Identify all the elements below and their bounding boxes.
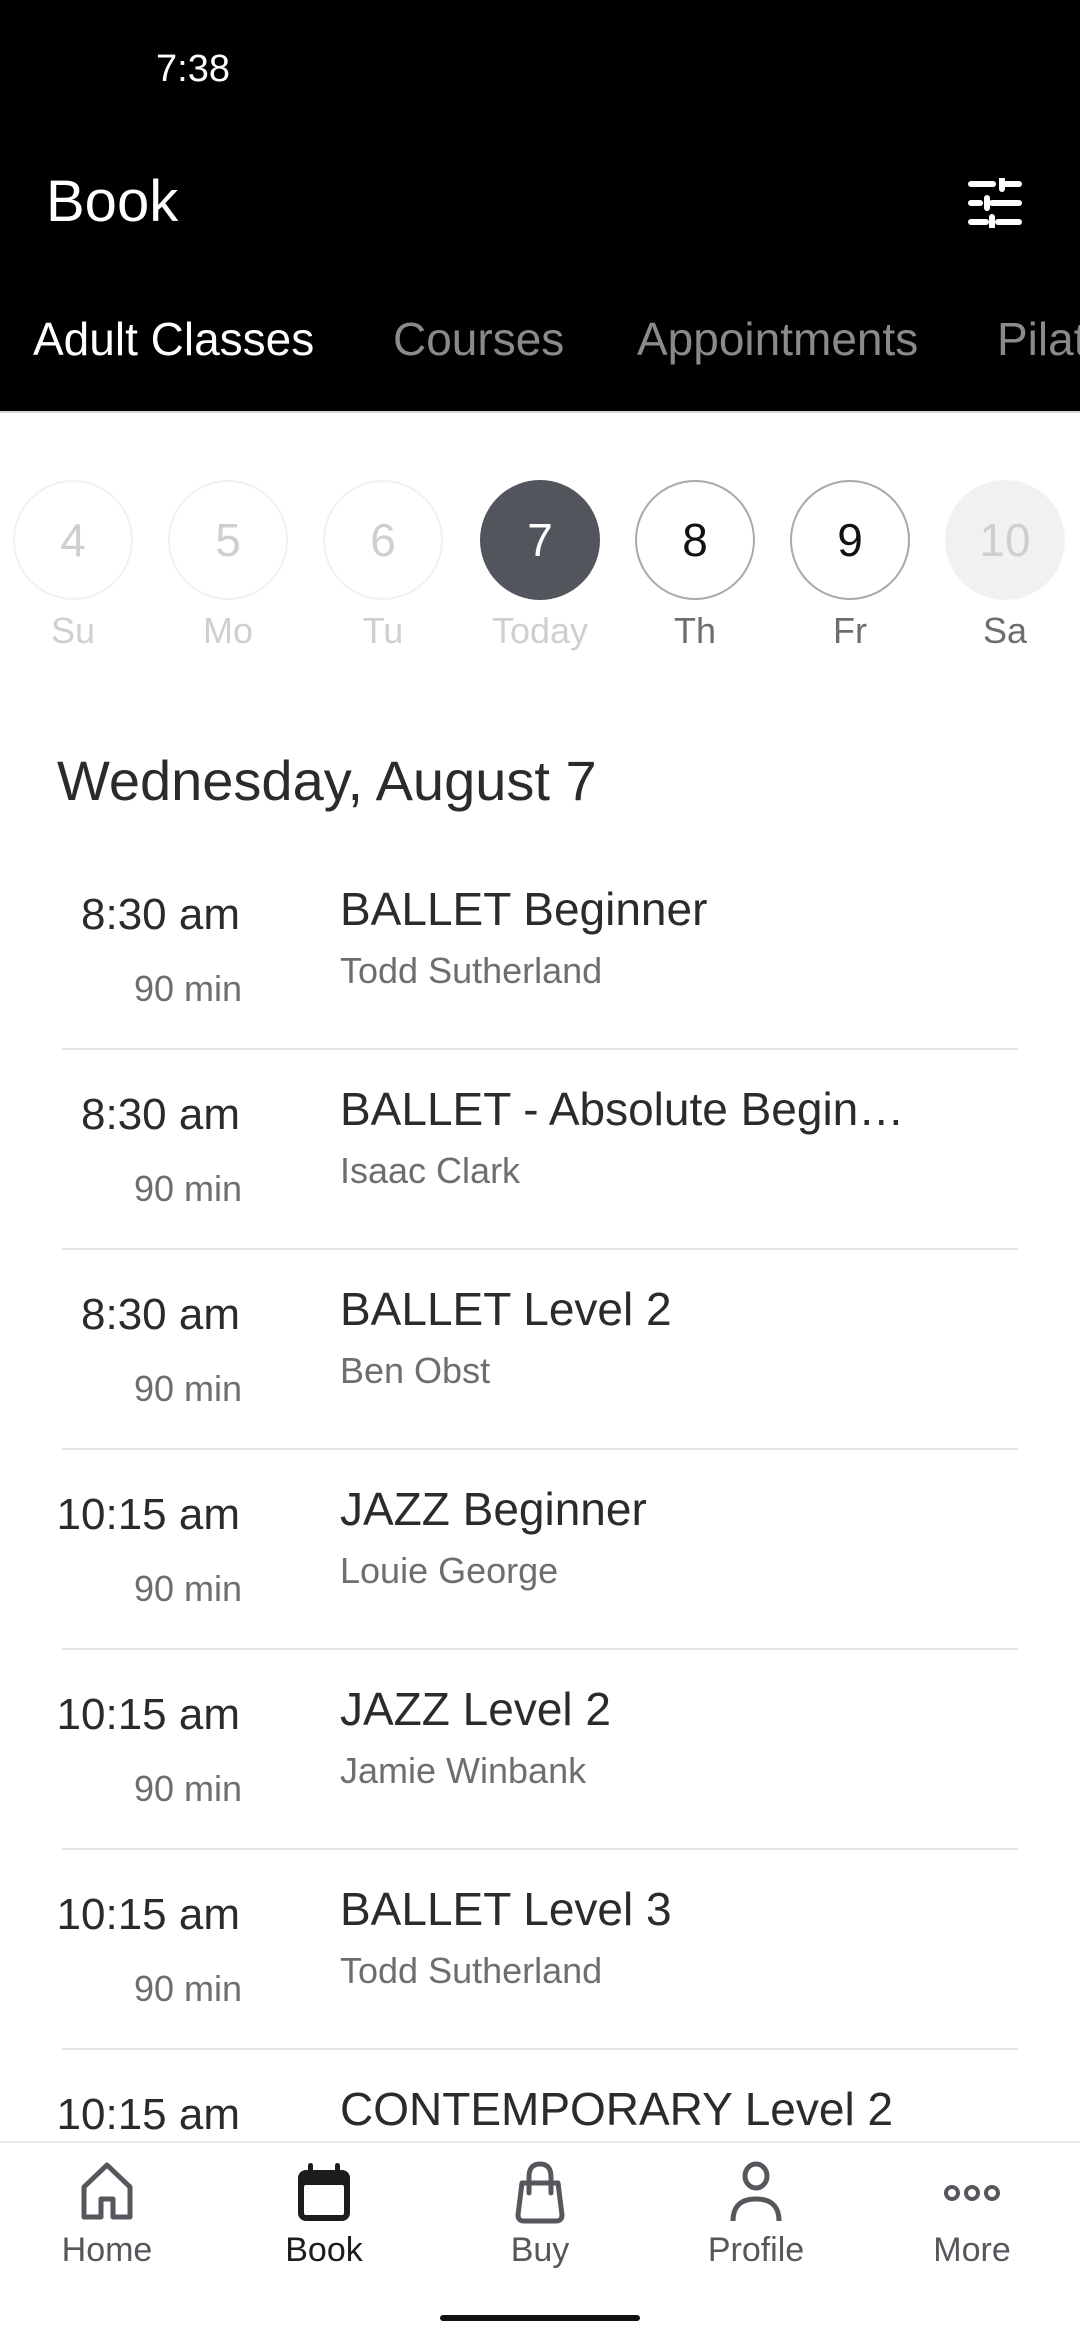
day-friday[interactable]: 9 Fr <box>790 480 910 652</box>
class-duration: 90 min <box>133 1368 242 1409</box>
nav-label: More <box>933 2231 1011 2269</box>
class-time: 10:15 am <box>56 1890 240 1939</box>
class-title: CONTEMPORARY Level 2 <box>340 2083 894 2135</box>
day-monday[interactable]: 5 Mo <box>168 480 288 652</box>
day-tuesday[interactable]: 6 Tu <box>323 480 443 652</box>
date-strip: 4 Su 5 Mo 6 Tu 7 Today 8 Th 9 Fr 10 Sa <box>0 480 1080 660</box>
day-label: Today <box>491 610 589 651</box>
nav-home[interactable]: Home <box>17 2161 197 2270</box>
day-label: Sa <box>982 610 1028 651</box>
filter-button[interactable] <box>960 170 1030 236</box>
day-sunday[interactable]: 4 Su <box>13 480 133 652</box>
nav-profile[interactable]: Profile <box>666 2161 846 2270</box>
class-row[interactable]: 8:30 am 90 min BALLET - Absolute Begin… … <box>0 1050 1080 1250</box>
class-instructor: Todd Sutherland <box>340 950 603 991</box>
more-dots-icon <box>944 2185 1000 2201</box>
nav-buy[interactable]: Buy <box>450 2161 630 2270</box>
class-row[interactable]: 10:15 am 90 min BALLET Level 3 Todd Suth… <box>0 1850 1080 2050</box>
class-time: 8:30 am <box>81 1090 240 1139</box>
nav-book[interactable]: Book <box>234 2161 414 2270</box>
day-label: Tu <box>362 610 404 651</box>
class-instructor: Louie George <box>340 1550 559 1591</box>
class-row[interactable]: 10:15 am 90 min JAZZ Level 2 Jamie Winba… <box>0 1650 1080 1850</box>
app-header: 7:38 Book Adult Classes Courses Appointm… <box>0 0 1080 413</box>
day-label: Mo <box>202 610 253 651</box>
class-list: 8:30 am 90 min BALLET Beginner Todd Suth… <box>0 850 1080 2250</box>
day-thursday[interactable]: 8 Th <box>635 480 755 652</box>
class-duration: 90 min <box>133 1768 242 1809</box>
day-today[interactable]: 7 Today <box>480 480 600 652</box>
class-time: 10:15 am <box>56 1690 240 1739</box>
day-number: 9 <box>790 480 910 600</box>
home-icon <box>81 2162 133 2220</box>
day-number: 7 <box>480 480 600 600</box>
class-time: 8:30 am <box>81 1290 240 1339</box>
tab-appointments[interactable]: Appointments <box>637 312 918 366</box>
class-instructor: Isaac Clark <box>340 1150 521 1191</box>
nav-label: Home <box>61 2231 153 2269</box>
tab-pilates[interactable]: Pilates <box>997 312 1080 366</box>
class-row[interactable]: 8:30 am 90 min BALLET Beginner Todd Suth… <box>0 850 1080 1050</box>
class-title: JAZZ Beginner <box>340 1483 647 1535</box>
day-number: 8 <box>635 480 755 600</box>
page-title: Book <box>46 169 179 234</box>
tab-adult-classes[interactable]: Adult Classes <box>33 312 314 366</box>
class-duration: 90 min <box>133 1568 242 1609</box>
nav-more[interactable]: More <box>882 2161 1062 2270</box>
nav-label: Buy <box>510 2231 570 2269</box>
day-number: 4 <box>13 480 133 600</box>
class-time: 10:15 am <box>56 1490 240 1539</box>
class-row[interactable]: 8:30 am 90 min BALLET Level 2 Ben Obst <box>0 1250 1080 1450</box>
day-label: Fr <box>833 610 867 651</box>
day-saturday[interactable]: 10 Sa <box>945 480 1065 652</box>
class-time: 10:15 am <box>56 2090 240 2139</box>
class-instructor: Jamie Winbank <box>340 1750 587 1791</box>
class-title: BALLET Level 3 <box>340 1883 672 1935</box>
day-number: 5 <box>168 480 288 600</box>
status-bar-time: 7:38 <box>156 48 230 90</box>
day-label: Th <box>673 610 716 651</box>
date-heading: Wednesday, August 7 <box>57 749 597 812</box>
category-tabs: Adult Classes Courses Appointments Pilat… <box>0 312 1080 382</box>
class-duration: 90 min <box>133 1968 242 2009</box>
header-divider <box>0 411 1080 413</box>
class-title: BALLET Beginner <box>340 883 708 935</box>
class-title: JAZZ Level 2 <box>340 1683 611 1735</box>
tab-courses[interactable]: Courses <box>393 312 564 366</box>
nav-label: Profile <box>707 2231 805 2269</box>
day-number: 10 <box>945 480 1065 600</box>
class-instructor: Todd Sutherland <box>340 1950 603 1991</box>
day-label: Su <box>50 610 96 651</box>
class-title: BALLET - Absolute Begin… <box>340 1083 905 1135</box>
nav-label: Book <box>285 2231 363 2269</box>
person-icon <box>730 2161 782 2222</box>
class-instructor: Ben Obst <box>340 1350 491 1391</box>
shopping-bag-icon <box>515 2161 565 2224</box>
bottom-navigation: Home Book Buy Profile More <box>0 2141 1080 2340</box>
class-duration: 90 min <box>133 968 242 1009</box>
home-indicator[interactable] <box>440 2315 640 2321</box>
class-time: 8:30 am <box>81 890 240 939</box>
class-title: BALLET Level 2 <box>340 1283 672 1335</box>
day-number: 6 <box>323 480 443 600</box>
tune-sliders-icon <box>968 178 1022 228</box>
calendar-icon <box>298 2163 350 2221</box>
class-row[interactable]: 10:15 am 90 min JAZZ Beginner Louie Geor… <box>0 1450 1080 1650</box>
class-duration: 90 min <box>133 1168 242 1209</box>
